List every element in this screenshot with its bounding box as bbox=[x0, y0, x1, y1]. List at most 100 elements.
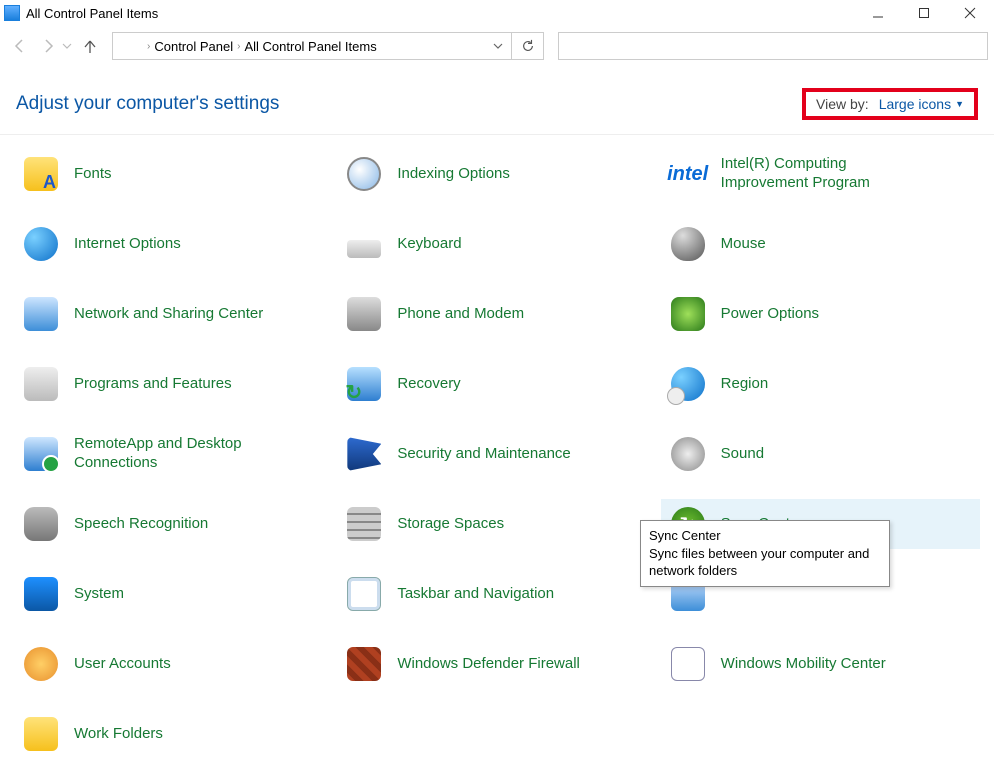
page-title: Adjust your computer's settings bbox=[16, 93, 279, 115]
speech-icon bbox=[22, 505, 60, 543]
tooltip: Sync Center Sync files between your comp… bbox=[640, 520, 890, 587]
item-speech[interactable]: Speech Recognition bbox=[14, 499, 333, 549]
item-region[interactable]: Region bbox=[661, 359, 980, 409]
forward-button[interactable] bbox=[34, 32, 62, 60]
item-label: Windows Defender Firewall bbox=[397, 655, 580, 674]
storage-icon bbox=[345, 505, 383, 543]
item-label: Power Options bbox=[721, 305, 819, 324]
taskbar-icon bbox=[345, 575, 383, 613]
tooltip-title: Sync Center bbox=[649, 527, 881, 545]
titlebar: All Control Panel Items bbox=[0, 0, 994, 26]
address-dropdown[interactable] bbox=[493, 39, 503, 54]
items-grid: Fonts Indexing Options intel Intel(R) Compu… bbox=[0, 135, 994, 773]
mobility-icon bbox=[669, 645, 707, 683]
item-label: System bbox=[74, 585, 124, 604]
close-button[interactable] bbox=[956, 4, 984, 22]
tooltip-body: Sync files between your computer and net… bbox=[649, 545, 881, 580]
internet-options-icon bbox=[22, 225, 60, 263]
item-recovery[interactable]: Recovery bbox=[337, 359, 656, 409]
item-label: Keyboard bbox=[397, 235, 461, 254]
sound-icon bbox=[669, 435, 707, 473]
item-label: Windows Mobility Center bbox=[721, 655, 886, 674]
item-label: Region bbox=[721, 375, 769, 394]
minimize-button[interactable] bbox=[864, 4, 892, 22]
item-sound[interactable]: Sound bbox=[661, 429, 980, 479]
security-icon bbox=[345, 435, 383, 473]
region-icon bbox=[669, 365, 707, 403]
intel-icon: intel bbox=[669, 155, 707, 193]
item-label: Indexing Options bbox=[397, 165, 510, 184]
view-by-dropdown[interactable]: Large icons ▼ bbox=[879, 96, 964, 112]
maximize-button[interactable] bbox=[910, 4, 938, 22]
item-fonts[interactable]: Fonts bbox=[14, 149, 333, 199]
mouse-icon bbox=[669, 225, 707, 263]
item-label: Storage Spaces bbox=[397, 515, 504, 534]
system-icon bbox=[22, 575, 60, 613]
refresh-button[interactable] bbox=[512, 32, 544, 60]
network-sharing-icon bbox=[22, 295, 60, 333]
chevron-down-icon: ▼ bbox=[955, 99, 964, 109]
item-label: Fonts bbox=[74, 165, 112, 184]
item-label: Phone and Modem bbox=[397, 305, 524, 324]
header-row: Adjust your computer's settings View by:… bbox=[0, 66, 994, 134]
keyboard-icon bbox=[345, 225, 383, 263]
view-by-label: View by: bbox=[816, 96, 869, 112]
view-by-value: Large icons bbox=[879, 96, 951, 112]
programs-features-icon bbox=[22, 365, 60, 403]
view-by-control-highlight: View by: Large icons ▼ bbox=[802, 88, 978, 120]
item-phone-modem[interactable]: Phone and Modem bbox=[337, 289, 656, 339]
item-security[interactable]: Security and Maintenance bbox=[337, 429, 656, 479]
window-title: All Control Panel Items bbox=[26, 6, 158, 21]
control-panel-icon bbox=[4, 5, 20, 21]
chevron-right-icon: › bbox=[147, 41, 150, 52]
address-bar[interactable]: › Control Panel › All Control Panel Item… bbox=[112, 32, 512, 60]
up-button[interactable] bbox=[76, 32, 104, 60]
item-remoteapp[interactable]: RemoteApp and Desktop Connections bbox=[14, 429, 333, 479]
item-label: RemoteApp and Desktop Connections bbox=[74, 435, 284, 473]
item-label: Sound bbox=[721, 445, 764, 464]
search-input[interactable] bbox=[558, 32, 988, 60]
item-intel[interactable]: intel Intel(R) Computing Improvement Prog… bbox=[661, 149, 980, 199]
breadcrumb-all-items[interactable]: All Control Panel Items bbox=[244, 39, 376, 54]
item-label: Security and Maintenance bbox=[397, 445, 570, 464]
phone-modem-icon bbox=[345, 295, 383, 333]
item-label: Programs and Features bbox=[74, 375, 232, 394]
power-icon bbox=[669, 295, 707, 333]
item-power[interactable]: Power Options bbox=[661, 289, 980, 339]
item-firewall[interactable]: Windows Defender Firewall bbox=[337, 639, 656, 689]
item-label: Speech Recognition bbox=[74, 515, 208, 534]
item-system[interactable]: System bbox=[14, 569, 333, 619]
navbar: › Control Panel › All Control Panel Item… bbox=[0, 26, 994, 66]
control-panel-icon bbox=[121, 38, 137, 54]
item-label: Recovery bbox=[397, 375, 460, 394]
back-button[interactable] bbox=[6, 32, 34, 60]
item-label: User Accounts bbox=[74, 655, 171, 674]
chevron-right-icon: › bbox=[237, 41, 240, 52]
item-programs-features[interactable]: Programs and Features bbox=[14, 359, 333, 409]
breadcrumb-control-panel[interactable]: Control Panel bbox=[154, 39, 233, 54]
item-mobility[interactable]: Windows Mobility Center bbox=[661, 639, 980, 689]
item-internet-options[interactable]: Internet Options bbox=[14, 219, 333, 269]
item-storage[interactable]: Storage Spaces bbox=[337, 499, 656, 549]
user-accounts-icon bbox=[22, 645, 60, 683]
fonts-icon bbox=[22, 155, 60, 193]
item-label: Network and Sharing Center bbox=[74, 305, 263, 324]
recent-dropdown[interactable] bbox=[62, 39, 76, 54]
item-mouse[interactable]: Mouse bbox=[661, 219, 980, 269]
item-network-sharing[interactable]: Network and Sharing Center bbox=[14, 289, 333, 339]
work-folders-icon bbox=[22, 715, 60, 753]
indexing-icon bbox=[345, 155, 383, 193]
item-label: Work Folders bbox=[74, 725, 163, 744]
item-label: Intel(R) Computing Improvement Program bbox=[721, 155, 931, 193]
item-label: Internet Options bbox=[74, 235, 181, 254]
item-user-accounts[interactable]: User Accounts bbox=[14, 639, 333, 689]
item-label: Taskbar and Navigation bbox=[397, 585, 554, 604]
item-keyboard[interactable]: Keyboard bbox=[337, 219, 656, 269]
firewall-icon bbox=[345, 645, 383, 683]
item-taskbar[interactable]: Taskbar and Navigation bbox=[337, 569, 656, 619]
item-work-folders[interactable]: Work Folders bbox=[14, 709, 333, 759]
remoteapp-icon bbox=[22, 435, 60, 473]
item-label: Mouse bbox=[721, 235, 766, 254]
recovery-icon bbox=[345, 365, 383, 403]
item-indexing[interactable]: Indexing Options bbox=[337, 149, 656, 199]
